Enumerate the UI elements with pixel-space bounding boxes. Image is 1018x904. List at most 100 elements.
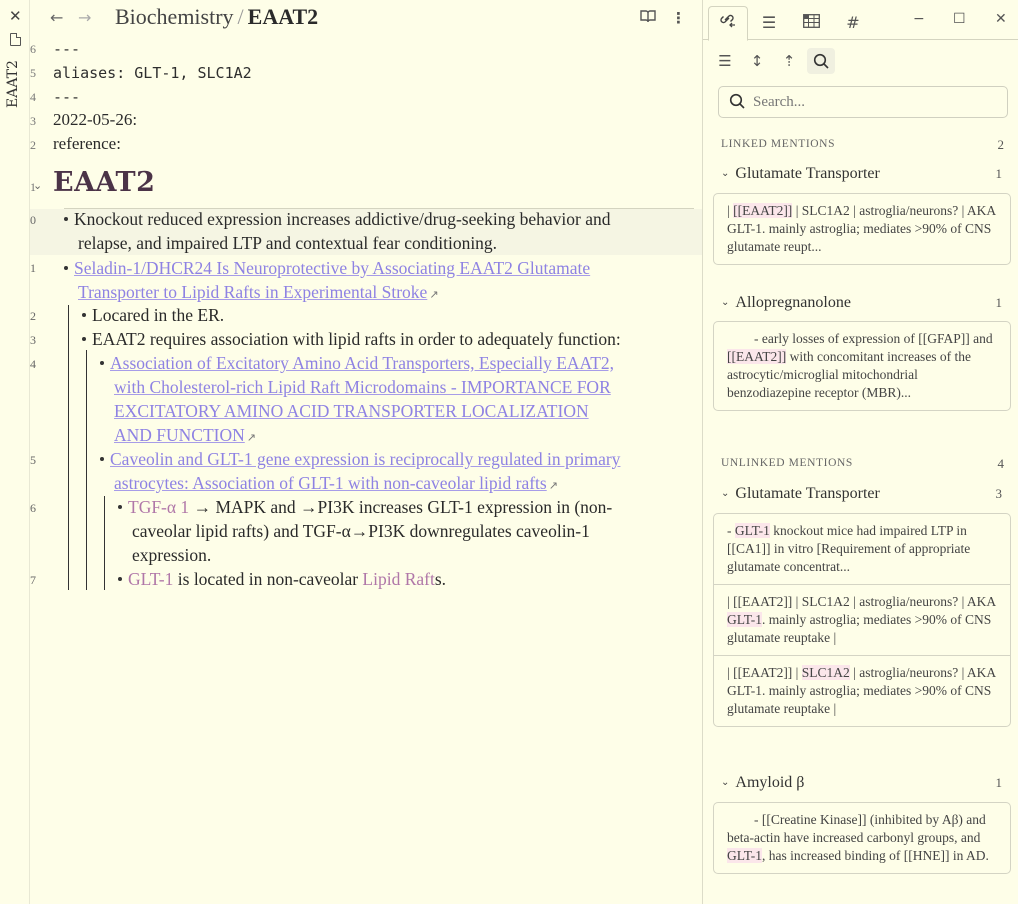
- item-text: expression.: [132, 545, 212, 565]
- search-result[interactable]: | [[EAAT2]] | SLC1A2 | astroglia/neurons…: [714, 655, 1010, 726]
- search-icon: [813, 53, 829, 69]
- search-result[interactable]: | [[EAAT2]] | SLC1A2 | astroglia/neurons…: [714, 584, 1010, 655]
- internal-link[interactable]: Lipid Raft: [362, 569, 434, 589]
- match-highlight: GLT-1: [734, 523, 770, 538]
- sort-button[interactable]: ⇡: [775, 48, 803, 74]
- chevron-down-icon: ⌄: [721, 168, 730, 179]
- item-text: → MAPK and →PI3K increases GLT-1 express…: [189, 497, 613, 517]
- close-window-icon[interactable]: ✕: [995, 11, 1007, 27]
- item-text: EAAT2 requires association with lipid ra…: [92, 329, 621, 349]
- list-item[interactable]: GLT-1 is located in non-caveolar Lipid R…: [118, 567, 446, 591]
- file-icon[interactable]: [10, 33, 21, 46]
- left-strip: ✕ EAAT2: [0, 0, 30, 904]
- search-result[interactable]: - early losses of expression of [[GFAP]]…: [714, 322, 1010, 410]
- internal-link[interactable]: GLT-1: [128, 569, 173, 589]
- tab-table[interactable]: [791, 6, 831, 40]
- list-item[interactable]: EAAT2 requires association with lipid ra…: [82, 327, 621, 351]
- reading-view-icon[interactable]: [640, 9, 656, 27]
- result-card: | [[EAAT2]] | SLC1A2 | astroglia/neurons…: [713, 193, 1011, 265]
- list-item[interactable]: Locared in the ER.: [82, 303, 224, 327]
- bullet: [82, 312, 86, 317]
- line-number: 3: [30, 333, 36, 347]
- group-header[interactable]: ⌄ Allopregnanolone: [721, 294, 851, 312]
- heading-eaat2[interactable]: EAAT2: [53, 167, 155, 198]
- page-title[interactable]: EAAT2: [248, 4, 319, 29]
- match-highlight: [[EAAT2]]: [733, 203, 793, 218]
- external-link[interactable]: EXCITATORY AMINO ACID TRANSPORTER LOCALI…: [114, 401, 589, 421]
- show-search-button[interactable]: [807, 48, 835, 74]
- item-text: relapse, and impaired LTP and contextual…: [78, 233, 498, 253]
- item-text: Knockout reduced expression increases ad…: [74, 209, 611, 229]
- external-link[interactable]: AND FUNCTION: [114, 425, 245, 445]
- vertical-note-title[interactable]: EAAT2: [5, 58, 21, 108]
- editor-header: ← → Biochemistry / EAAT2 ⋮: [30, 0, 702, 36]
- close-tab-icon[interactable]: ✕: [9, 9, 22, 24]
- external-link[interactable]: Transporter to Lipid Rafts in Experiment…: [78, 282, 427, 302]
- group-count: 1: [995, 775, 1003, 790]
- list-item: Association of Excitatory Amino Acid Tra…: [100, 351, 700, 450]
- tab-tags[interactable]: #: [833, 6, 873, 40]
- internal-link[interactable]: TGF-α 1: [128, 497, 189, 517]
- external-link[interactable]: Caveolin and GLT-1 gene expression is re…: [110, 449, 620, 469]
- panel-tabs: ☰ # − ☐ ✕: [703, 0, 1018, 41]
- external-link[interactable]: astrocytes: Association of GLT-1 with no…: [114, 473, 547, 493]
- match-highlight: GLT-1: [727, 612, 763, 627]
- list-item[interactable]: Knockout reduced expression increases ad…: [64, 207, 704, 255]
- search-input[interactable]: [753, 91, 993, 113]
- external-link[interactable]: Association of Excitatory Amino Acid Tra…: [110, 353, 614, 373]
- chevron-down-icon: ⌄: [721, 488, 730, 499]
- editor-pane: ← → Biochemistry / EAAT2 ⋮ 6 --- 5 aliases…: [30, 0, 702, 904]
- group-header[interactable]: ⌄ Amyloid β: [721, 774, 804, 792]
- indent-guide: [104, 496, 105, 590]
- group-title: Glutamate Transporter: [735, 165, 880, 182]
- external-link[interactable]: with Cholesterol-rich Lipid Raft Microdo…: [114, 377, 611, 397]
- match-highlight: SLC1A2: [801, 665, 850, 680]
- frontmatter-line[interactable]: aliases: GLT-1, SLC1A2: [53, 64, 252, 82]
- tab-outline[interactable]: ☰: [749, 6, 789, 40]
- external-link-icon[interactable]: ↗: [247, 431, 256, 444]
- external-link[interactable]: Seladin-1/DHCR24 Is Neuroprotective by A…: [74, 258, 590, 278]
- search-result[interactable]: - [[Creatine Kinase]] (inhibited by Aβ) …: [714, 803, 1010, 873]
- external-link-icon[interactable]: ↗: [549, 479, 558, 492]
- group-count: 3: [995, 486, 1003, 501]
- external-link-icon[interactable]: ↗: [429, 288, 438, 301]
- group-header[interactable]: ⌄ Glutamate Transporter: [721, 485, 880, 503]
- frontmatter-line[interactable]: ---: [53, 40, 80, 58]
- frontmatter-line[interactable]: ---: [53, 88, 80, 106]
- bullet: [100, 360, 104, 365]
- more-options-icon[interactable]: ⋮: [671, 9, 686, 27]
- indent-guide: [68, 305, 69, 590]
- backlinks-panel: ☰ # − ☐ ✕ ☰ ↕ ⇡ LINKED MENTIONS 2 ⌄ Gluta…: [702, 0, 1018, 904]
- back-arrow-icon[interactable]: ←: [50, 8, 63, 27]
- item-text: s.: [434, 569, 447, 589]
- bullet: [64, 265, 68, 270]
- item-text: caveolar lipid rafts) and TGF-α→PI3K dow…: [132, 521, 590, 541]
- match-highlight: [[EAAT2]]: [727, 349, 787, 364]
- group-header[interactable]: ⌄ Glutamate Transporter: [721, 165, 880, 183]
- search-result[interactable]: - GLT-1 knockout mice had impaired LTP i…: [714, 514, 1010, 584]
- search-result[interactable]: | [[EAAT2]] | SLC1A2 | astroglia/neurons…: [714, 194, 1010, 264]
- maximize-icon[interactable]: ☐: [953, 11, 966, 27]
- line-number: 4: [30, 357, 36, 371]
- property-line[interactable]: 2022-05-26:: [53, 110, 137, 130]
- bullet: [64, 216, 68, 221]
- indent-guide: [86, 350, 87, 590]
- result-card: - early losses of expression of [[GFAP]]…: [713, 321, 1011, 411]
- line-number: 3: [30, 114, 36, 128]
- fold-chevron-icon[interactable]: ⌄: [33, 179, 42, 192]
- tab-backlinks[interactable]: [708, 6, 748, 41]
- breadcrumb-parent[interactable]: Biochemistry: [115, 4, 234, 29]
- line-number: 7: [30, 573, 36, 587]
- forward-arrow-icon[interactable]: →: [78, 8, 91, 27]
- minimize-icon[interactable]: −: [913, 11, 925, 27]
- result-card: - GLT-1 knockout mice had impaired LTP i…: [713, 513, 1011, 727]
- item-text: Locared in the ER.: [92, 305, 225, 325]
- show-more-context-button[interactable]: ↕: [743, 48, 771, 74]
- list-item[interactable]: TGF-α 1 → MAPK and →PI3K increases GLT-1…: [118, 495, 698, 567]
- line-number: 4: [30, 90, 36, 104]
- group-count: 1: [995, 295, 1003, 310]
- collapse-results-button[interactable]: ☰: [711, 48, 739, 74]
- property-line[interactable]: reference:: [53, 134, 121, 154]
- unlinked-mentions-count: 4: [997, 456, 1005, 471]
- line-number: 2: [30, 309, 36, 323]
